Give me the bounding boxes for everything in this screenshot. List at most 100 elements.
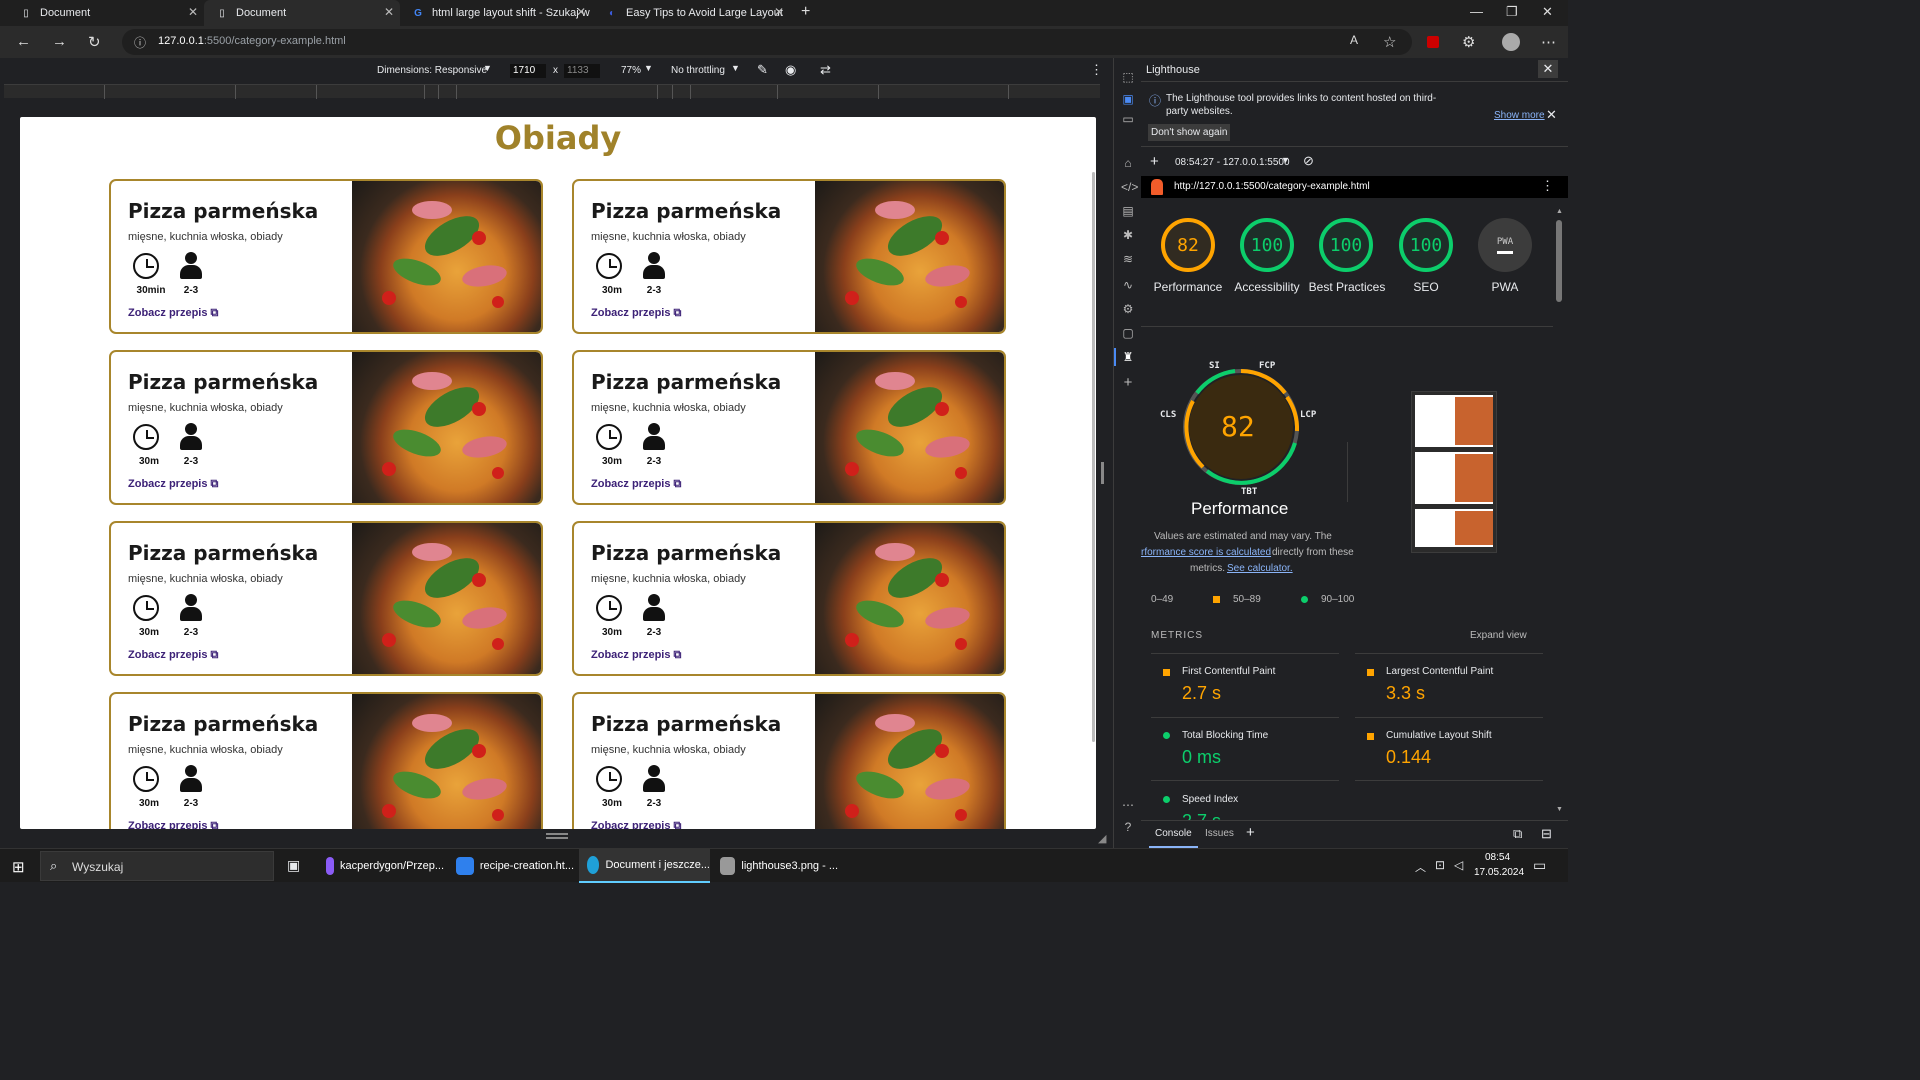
throttling-select[interactable]: No throttling [671, 65, 725, 76]
console-tab[interactable]: Console [1149, 821, 1198, 848]
dimensions-select[interactable]: Dimensions: Responsive [377, 65, 487, 76]
see-calculator-link[interactable]: See calculator. [1227, 563, 1293, 574]
inspect-icon[interactable]: ⬚ [1121, 70, 1135, 84]
dock-icon[interactable]: ⧉ [1513, 826, 1522, 842]
show-more-link[interactable]: Show more [1494, 110, 1545, 121]
clock-date[interactable]: 17.05.2024 [1474, 867, 1524, 878]
forward-icon[interactable]: → [52, 33, 67, 50]
clear-icon[interactable]: ⊘ [1303, 153, 1314, 169]
volume-icon[interactable]: ◁ [1454, 858, 1463, 872]
reload-icon[interactable]: ↻ [88, 33, 101, 51]
windows-start-icon[interactable]: ⊞ [12, 858, 25, 876]
see-recipe-link[interactable]: Zobacz przepis ⧉ [591, 307, 681, 320]
taskbar-app-edge[interactable]: Document i jeszcze... [579, 849, 710, 883]
help-icon[interactable]: ? [1121, 820, 1135, 834]
read-aloud-icon[interactable]: A [1350, 33, 1358, 47]
close-icon[interactable]: ✕ [576, 5, 586, 19]
extensions-icon[interactable]: ⚙ [1462, 33, 1475, 51]
more-vert-icon[interactable]: ⋮ [1090, 62, 1103, 78]
taskbar-app-vscode[interactable]: recipe-creation.ht... [448, 849, 574, 883]
new-tab-icon[interactable]: + [801, 3, 810, 21]
final-screenshot[interactable] [1411, 391, 1497, 553]
pwa-gauge[interactable]: PWA [1478, 218, 1532, 272]
width-input[interactable]: 1710 [510, 64, 546, 78]
minimize-icon[interactable]: — [1470, 4, 1483, 19]
expand-view-toggle[interactable]: Expand view [1470, 630, 1527, 641]
back-icon[interactable]: ← [16, 33, 31, 50]
application-icon[interactable]: ▢ [1121, 326, 1135, 340]
add-report-icon[interactable]: + [1150, 153, 1159, 170]
issues-tab[interactable]: Issues [1205, 828, 1234, 839]
address-input[interactable]: ⓘ 127.0.0.1:5500/category-example.html [122, 29, 1412, 55]
seo-gauge[interactable]: 100 [1399, 218, 1453, 272]
tab-document-2[interactable]: ▯ Document ✕ [204, 0, 400, 26]
score-calc-link[interactable]: rformance score is calculated [1141, 547, 1271, 558]
see-recipe-link[interactable]: Zobacz przepis ⧉ [128, 307, 218, 320]
report-url[interactable]: http://127.0.0.1:5500/category-example.h… [1174, 181, 1370, 192]
more-tools-icon[interactable]: ⋯ [1121, 798, 1135, 812]
avatar[interactable] [1502, 33, 1520, 51]
media-query-ruler[interactable] [4, 84, 1100, 99]
close-drawer-icon[interactable]: ⊟ [1541, 826, 1552, 842]
close-panel-icon[interactable]: ✕ [1538, 60, 1558, 78]
device-icon[interactable]: ▣ [1121, 92, 1135, 106]
see-recipe-link[interactable]: Zobacz przepis ⧉ [591, 649, 681, 662]
resize-corner-icon[interactable]: ◢ [1098, 832, 1106, 845]
see-recipe-link[interactable]: Zobacz przepis ⧉ [128, 649, 218, 662]
more-icon[interactable]: ⋯ [1541, 33, 1556, 51]
restore-icon[interactable]: ❐ [1506, 4, 1518, 20]
tab-easy-tips[interactable]: ◐ Easy Tips to Avoid Large Layout ✕ [594, 0, 790, 26]
console-icon[interactable]: ▤ [1121, 204, 1135, 218]
see-recipe-link[interactable]: Zobacz przepis ⧉ [128, 820, 218, 829]
elements-icon[interactable]: </> [1121, 180, 1138, 194]
add-tool-icon[interactable]: + [1121, 375, 1135, 390]
taskbar-app-photos[interactable]: lighthouse3.png - ... [712, 849, 838, 883]
height-input[interactable]: 1133 [564, 64, 600, 78]
see-recipe-link[interactable]: Zobacz przepis ⧉ [128, 478, 218, 491]
settings-icon[interactable]: ⚙ [1121, 302, 1135, 316]
favorite-icon[interactable]: ☆ [1383, 33, 1396, 51]
see-recipe-link[interactable]: Zobacz przepis ⧉ [591, 820, 681, 829]
performance-gauge[interactable]: 82 [1161, 218, 1215, 272]
taskbar-search[interactable]: ⌕ Wyszukaj [40, 851, 274, 881]
close-icon[interactable]: ✕ [188, 5, 198, 19]
bug-icon[interactable]: ✱ [1121, 228, 1135, 242]
eye-icon[interactable]: ◉ [785, 62, 796, 78]
taskbar-app-github[interactable]: kacperdygon/Przep... [318, 849, 444, 883]
pizza-image [815, 694, 1004, 829]
sensor-icon[interactable]: ✎ [757, 62, 768, 78]
performance-icon[interactable]: ∿ [1121, 278, 1135, 292]
tab-search[interactable]: G html large layout shift - Szukaj w ✕ [400, 0, 592, 26]
resize-handle-right[interactable] [1101, 462, 1104, 484]
zoom-select[interactable]: 77% [621, 65, 641, 76]
best-practices-gauge[interactable]: 100 [1319, 218, 1373, 272]
close-icon[interactable]: ✕ [384, 5, 394, 19]
report-menu-icon[interactable]: ⋮ [1541, 178, 1554, 194]
accessibility-gauge[interactable]: 100 [1240, 218, 1294, 272]
report-select[interactable]: 08:54:27 - 127.0.0.1:5500 [1175, 157, 1290, 168]
tab-document-1[interactable]: ▯ Document ✕ [8, 0, 204, 26]
add-drawer-tab-icon[interactable]: + [1246, 824, 1255, 841]
dont-show-again-button[interactable]: Don't show again [1148, 124, 1231, 141]
panel-scrollbar[interactable]: ▲ ▼ [1554, 208, 1564, 818]
tray-chevron-icon[interactable]: ︿ [1415, 859, 1426, 875]
close-icon[interactable]: ✕ [774, 5, 784, 19]
resize-handle-bottom[interactable] [546, 833, 568, 839]
see-recipe-link[interactable]: Zobacz przepis ⧉ [591, 478, 681, 491]
wifi-icon[interactable]: ≋ [1121, 252, 1135, 266]
panel-icon[interactable]: ▭ [1121, 112, 1135, 126]
dismiss-icon[interactable]: ✕ [1546, 107, 1557, 123]
viewport-scrollbar[interactable] [1092, 172, 1095, 742]
info-icon[interactable]: ⓘ [134, 34, 146, 51]
device-viewport[interactable]: Obiady Pizza parmeńska mięsne, kuchnia wł… [20, 117, 1096, 829]
task-view-icon[interactable]: ▣ [287, 857, 300, 874]
notifications-icon[interactable]: ▭ [1533, 857, 1546, 874]
network-icon[interactable]: ⊡ [1435, 858, 1445, 872]
clock-time[interactable]: 08:54 [1485, 852, 1510, 863]
ublock-icon[interactable] [1427, 36, 1439, 48]
windows-taskbar: ⊞ ⌕ Wyszukaj ▣ kacperdygon/Przep... reci… [0, 848, 1568, 883]
rotate-icon[interactable]: ⇄ [820, 62, 831, 78]
home-icon[interactable]: ⌂ [1121, 156, 1135, 170]
close-window-icon[interactable]: ✕ [1542, 4, 1553, 20]
lighthouse-icon[interactable]: ♜ [1121, 350, 1135, 364]
